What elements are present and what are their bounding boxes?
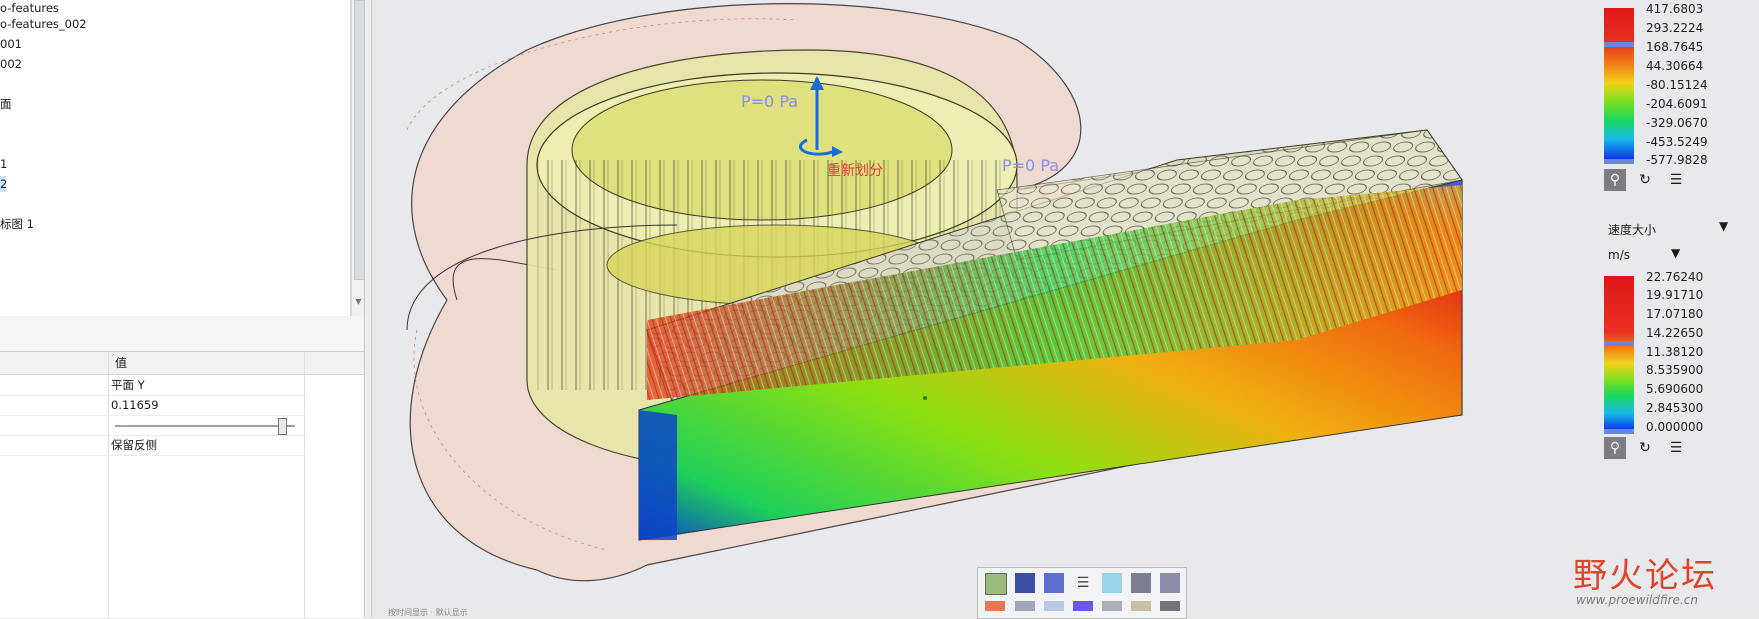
table-row[interactable]: 0.11659 xyxy=(0,395,305,416)
tool-icon[interactable] xyxy=(985,601,1005,611)
legend-marker[interactable] xyxy=(1604,42,1634,47)
tree-item[interactable]: 002 xyxy=(0,56,22,72)
pressure-legend-value: 168.7645 xyxy=(1646,40,1704,54)
property-value[interactable]: 保留反侧 xyxy=(111,435,157,455)
velocity-legend-value: 19.91710 xyxy=(1646,288,1704,302)
chevron-down-icon[interactable]: ▼ xyxy=(1671,246,1680,260)
tree-item-label: 面 xyxy=(0,97,12,111)
quantity-dropdown[interactable]: 速度大小 xyxy=(1608,221,1656,238)
pressure-legend-value: -329.0670 xyxy=(1646,116,1708,130)
unit-dropdown-value: m/s xyxy=(1608,248,1630,262)
scroll-down-arrow-icon[interactable]: ▼ xyxy=(354,296,363,308)
watermark-title: 野火论坛 xyxy=(1573,556,1717,596)
tree-item[interactable]: o-features xyxy=(0,0,59,16)
velocity-legend-value: 2.845300 xyxy=(1646,401,1704,415)
left-panel: o-features o-features_002 001 002 面 1 2 … xyxy=(0,0,370,618)
table-row[interactable]: 平面 Y xyxy=(0,375,305,396)
tool-icon[interactable] xyxy=(1102,601,1122,611)
pressure-legend-value: -453.5249 xyxy=(1646,135,1708,149)
value-column-header: 值 xyxy=(115,356,128,370)
velocity-legend-value: 8.535900 xyxy=(1646,363,1704,377)
view-toolbar: ☰ xyxy=(977,567,1187,619)
velocity-legend-value: 17.07180 xyxy=(1646,307,1704,321)
pressure-color-bar xyxy=(1604,8,1634,164)
tree-item-label: 标图 1 xyxy=(0,217,34,231)
tree-item[interactable]: 标图 1 xyxy=(0,216,34,232)
forum-watermark-logo: 野火论坛 www.proewildfire.cn xyxy=(1571,536,1756,610)
refresh-icon[interactable]: ↻ xyxy=(1634,169,1656,191)
tree-scrollbar[interactable]: ▼ xyxy=(351,0,365,316)
watermark-url: www.proewildfire.cn xyxy=(1576,593,1698,607)
remesh-label: 重新划分 xyxy=(827,163,883,179)
table-row[interactable]: 保留反侧 xyxy=(0,435,305,456)
pressure-legend-value: -577.9828 xyxy=(1646,153,1708,167)
tree-item-label: o-features_002 xyxy=(0,17,87,31)
refresh-icon[interactable]: ↻ xyxy=(1634,437,1656,459)
slider-track[interactable] xyxy=(115,425,295,427)
tree-item-label: 001 xyxy=(0,37,22,51)
table-row[interactable] xyxy=(0,415,305,436)
tree-item-label: 1 xyxy=(0,157,8,171)
status-text: 按时间显示 · 默认显示 xyxy=(388,608,468,617)
tree-item-selected[interactable]: 2 xyxy=(0,176,8,192)
list-icon[interactable]: ☰ xyxy=(1073,573,1093,593)
velocity-legend-value: 0.000000 xyxy=(1646,420,1704,434)
menu-icon[interactable]: ☰ xyxy=(1665,437,1687,459)
pin-icon[interactable]: ⚲ xyxy=(1604,437,1626,459)
tree-item-label: o-features xyxy=(0,1,59,15)
model-tree: o-features o-features_002 001 002 面 1 2 … xyxy=(0,0,351,317)
properties-table: 值 平面 Y 0.11659 保留反侧 xyxy=(0,351,364,618)
velocity-legend-value: 5.690600 xyxy=(1646,382,1704,396)
chevron-down-icon[interactable]: ▼ xyxy=(1719,219,1728,233)
legend-marker[interactable] xyxy=(1604,341,1634,346)
panel-splitter[interactable] xyxy=(0,316,364,351)
cube-icon[interactable] xyxy=(1015,573,1035,593)
tool-icon[interactable] xyxy=(1015,601,1035,611)
tree-item[interactable]: o-features_002 xyxy=(0,16,87,32)
tree-item[interactable]: 1 xyxy=(0,156,7,172)
property-value[interactable]: 0.11659 xyxy=(111,395,159,415)
shaded-view-icon[interactable] xyxy=(985,573,1007,595)
panel-divider[interactable] xyxy=(364,0,372,617)
tool-icon[interactable] xyxy=(1073,601,1093,611)
pressure-legend-value: 293.2224 xyxy=(1646,21,1704,35)
cube-outline-icon[interactable] xyxy=(1044,573,1064,593)
appearance-icon[interactable] xyxy=(1160,573,1180,593)
velocity-legend-value: 11.38120 xyxy=(1646,345,1704,359)
menu-icon[interactable]: ☰ xyxy=(1665,169,1687,191)
unit-dropdown[interactable]: m/s xyxy=(1608,248,1630,262)
tree-item-label: 2 xyxy=(0,177,8,191)
tree-item[interactable]: 面 xyxy=(0,96,12,112)
tree-item[interactable]: 001 xyxy=(0,36,22,52)
velocity-legend-value: 14.22650 xyxy=(1646,326,1704,340)
pressure-label-right: P=0 Pa xyxy=(1002,156,1060,175)
pressure-legend-value: -204.6091 xyxy=(1646,97,1708,111)
transparency-icon[interactable] xyxy=(1102,573,1122,593)
model-render xyxy=(406,3,1463,582)
pressure-label-left: P=0 Pa xyxy=(741,92,799,111)
tree-item-label: 002 xyxy=(0,57,22,71)
tool-icon[interactable] xyxy=(1160,601,1180,611)
tool-icon[interactable] xyxy=(1044,601,1064,611)
quantity-dropdown-value: 速度大小 xyxy=(1608,223,1657,237)
properties-header: 值 xyxy=(0,352,364,375)
section-view-icon[interactable] xyxy=(1131,573,1151,593)
legend-marker[interactable] xyxy=(1604,429,1634,434)
tool-icon[interactable] xyxy=(1131,601,1151,611)
velocity-color-bar xyxy=(1604,276,1634,434)
pressure-legend-value: 44.30664 xyxy=(1646,59,1704,73)
property-value[interactable]: 平面 Y xyxy=(111,375,145,395)
pressure-legend-value: 417.6803 xyxy=(1646,2,1704,16)
graphics-viewport[interactable]: P=0 Pa P=0 Pa 重新划分 417.6803 293.2224 168… xyxy=(377,0,1759,617)
pin-icon[interactable]: ⚲ xyxy=(1604,169,1626,191)
velocity-legend-value: 22.76240 xyxy=(1646,270,1704,284)
pressure-legend-value: -80.15124 xyxy=(1646,78,1708,92)
slider-handle[interactable] xyxy=(278,418,288,435)
legend-marker[interactable] xyxy=(1604,159,1634,164)
